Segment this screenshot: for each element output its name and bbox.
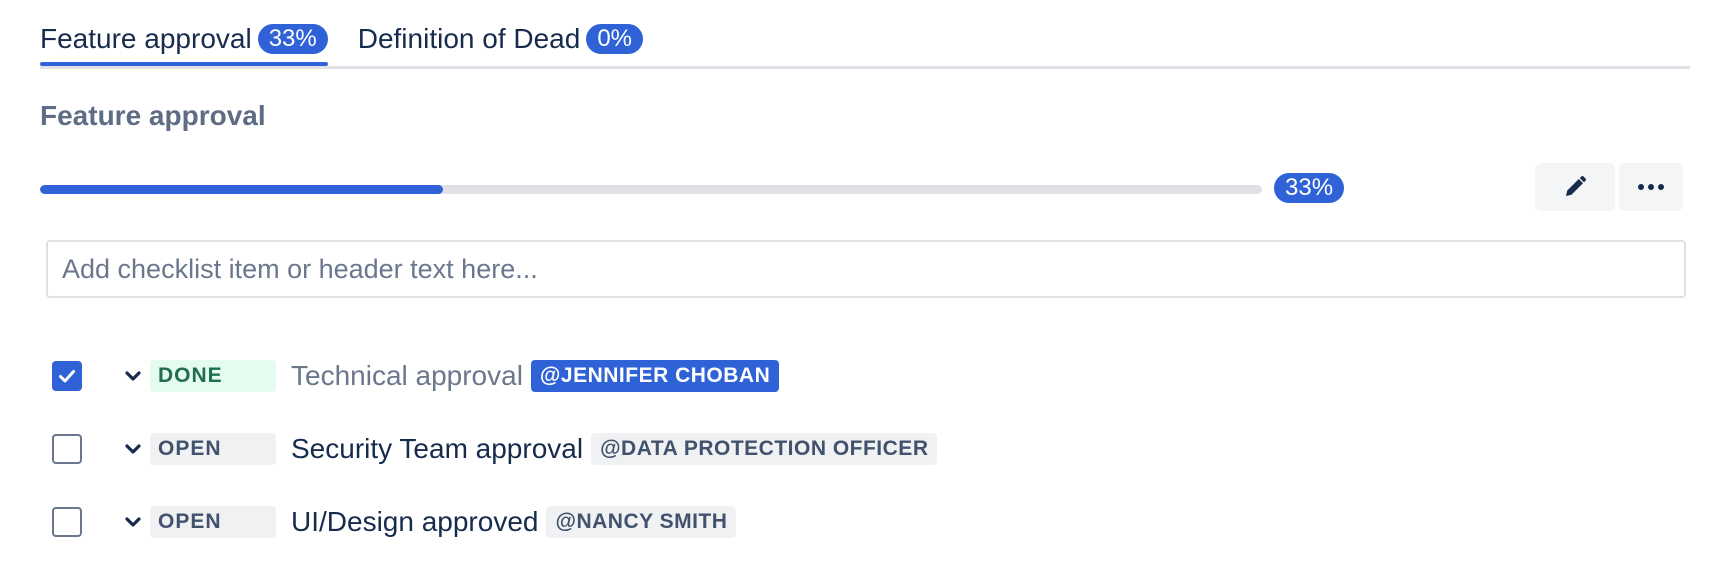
progress-percent-badge: 33% — [1274, 173, 1345, 203]
assignee-mention[interactable]: @NANCY SMITH — [546, 506, 737, 538]
checklist-item: OPEN Security Team approval @DATA PROTEC… — [52, 429, 938, 469]
progress-bar-fill — [40, 185, 444, 194]
checklist-item: OPEN UI/Design approved @NANCY SMITH — [52, 502, 737, 542]
expand-toggle[interactable] — [118, 434, 148, 464]
assignee-mention[interactable]: @JENNIFER CHOBAN — [530, 360, 780, 392]
tab-label: Feature approval — [40, 23, 252, 54]
chevron-down-icon — [125, 444, 141, 454]
more-icon — [1638, 184, 1664, 190]
item-label: UI/Design approved — [291, 506, 539, 537]
checkmark-icon — [59, 370, 75, 383]
pencil-icon — [1566, 175, 1587, 196]
checklist-panel: Feature approval 33% Definition of Dead … — [0, 0, 1725, 564]
edit-button[interactable] — [1535, 163, 1615, 211]
assignee-mention[interactable]: @DATA PROTECTION OFFICER — [591, 433, 938, 465]
progress-bar — [40, 185, 1262, 194]
expand-toggle[interactable] — [118, 361, 148, 391]
item-label: Security Team approval — [291, 433, 584, 464]
tab-definition-of-dead[interactable]: Definition of Dead 0% — [358, 14, 643, 63]
status-badge[interactable]: OPEN — [150, 433, 276, 465]
more-button[interactable] — [1619, 163, 1683, 211]
chevron-down-icon — [125, 517, 141, 527]
item-checkbox[interactable] — [52, 361, 82, 391]
status-badge[interactable]: DONE — [150, 360, 276, 392]
chevron-down-icon — [125, 371, 141, 381]
tab-progress-badge: 33% — [257, 23, 328, 54]
tab-feature-approval[interactable]: Feature approval 33% — [40, 14, 328, 66]
status-badge[interactable]: OPEN — [150, 506, 276, 538]
expand-toggle[interactable] — [118, 507, 148, 537]
checklist-tabs: Feature approval 33% Definition of Dead … — [40, 14, 1690, 69]
item-checkbox[interactable] — [52, 434, 82, 464]
add-checklist-item-input[interactable] — [46, 240, 1686, 298]
section-title: Feature approval — [40, 100, 266, 131]
item-checkbox[interactable] — [52, 507, 82, 537]
item-label: Technical approval — [291, 360, 523, 391]
checklist-item: DONE Technical approval @JENNIFER CHOBAN — [52, 356, 780, 396]
tab-progress-badge: 0% — [586, 23, 643, 54]
tab-label: Definition of Dead — [357, 23, 581, 54]
